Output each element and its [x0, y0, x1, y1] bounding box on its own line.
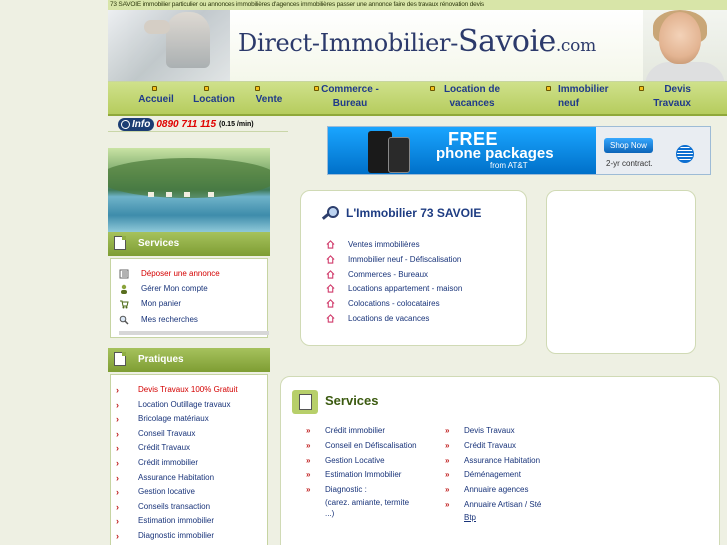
- nav-immobilier-neuf[interactable]: Immobilier neuf: [546, 82, 612, 116]
- chevron-right-icon: ›: [116, 414, 119, 425]
- header-photo-right: [643, 10, 727, 81]
- nav-devis-travaux[interactable]: Devis Travaux: [639, 82, 691, 116]
- double-chevron-icon: »: [306, 485, 311, 495]
- immobilier-title: L'Immobilier 73 SAVOIE: [346, 206, 482, 220]
- bullet-icon: [204, 86, 209, 91]
- house-icon: [326, 254, 335, 264]
- right-empty-box: [546, 190, 696, 354]
- chevron-right-icon: ›: [116, 399, 119, 410]
- double-chevron-icon: »: [306, 426, 311, 435]
- double-chevron-icon: »: [445, 500, 450, 509]
- divider: [108, 131, 288, 132]
- chevron-right-icon: ›: [116, 443, 119, 454]
- seo-ticker: 73 SAVOIE immobilier particulier ou anno…: [108, 0, 727, 10]
- double-chevron-icon: »: [445, 426, 450, 435]
- chevron-right-icon: ›: [116, 501, 119, 512]
- chevron-right-icon: ›: [116, 458, 119, 468]
- nav-commerce-bureau[interactable]: Commerce - Bureau: [314, 82, 382, 116]
- page: { "ticker": "73 SAVOIE immobilier partic…: [0, 0, 727, 545]
- magnifier-icon: [322, 206, 339, 220]
- nav-location[interactable]: Location: [192, 82, 236, 116]
- lake-photo: [108, 148, 270, 232]
- horizontal-scrollbar[interactable]: [119, 331, 269, 335]
- header-photo-left: [108, 10, 230, 81]
- list-icon: [119, 269, 129, 279]
- chevron-right-icon: ›: [116, 487, 119, 498]
- double-chevron-icon: »: [306, 440, 311, 450]
- double-chevron-icon: »: [445, 485, 450, 495]
- double-chevron-icon: »: [445, 455, 450, 465]
- site-logo[interactable]: Direct-Immobilier-Savoie.com: [238, 24, 596, 59]
- bullet-icon: [546, 86, 551, 91]
- cart-icon: [120, 300, 129, 309]
- double-chevron-icon: »: [445, 470, 450, 480]
- services-box-title: Services: [325, 393, 379, 408]
- house-icon: [326, 269, 335, 279]
- main-nav: Accueil Location Vente Commerce - Bureau…: [108, 82, 727, 116]
- nav-accueil[interactable]: Accueil: [136, 82, 176, 116]
- chevron-right-icon: ›: [116, 516, 119, 527]
- annuaire-btp-note[interactable]: Btp: [464, 512, 476, 523]
- chevron-right-icon: ›: [116, 428, 119, 439]
- document-icon: [114, 352, 126, 366]
- double-chevron-icon: »: [306, 455, 311, 465]
- chevron-right-icon: ›: [116, 472, 119, 483]
- house-icon: [326, 299, 335, 308]
- bullet-icon: [314, 86, 319, 91]
- user-icon: [121, 284, 127, 294]
- info-badge: Info: [118, 118, 155, 131]
- nav-location-vacances[interactable]: Location de vacances: [430, 82, 504, 116]
- ad-shop-button[interactable]: Shop Now: [604, 138, 653, 153]
- double-chevron-icon: »: [306, 470, 311, 480]
- chevron-right-icon: ›: [116, 531, 119, 541]
- bullet-icon: [152, 86, 157, 91]
- bullet-icon: [430, 86, 435, 91]
- info-rate: (0.15 /min): [219, 121, 254, 128]
- double-chevron-icon: »: [445, 440, 450, 450]
- house-icon: [326, 314, 335, 323]
- ad-banner[interactable]: FREE phone packages from AT&T Shop Now 2…: [327, 126, 711, 175]
- site-header: Direct-Immobilier-Savoie.com: [108, 10, 727, 82]
- services-panel-header: Services: [108, 232, 270, 256]
- att-globe-icon: [676, 145, 694, 163]
- services-panel: Déposer une annonce Gérer Mon compte Mon…: [110, 258, 269, 338]
- info-phone-bar[interactable]: Info 0890 711 115 (0.15 /min): [118, 118, 254, 131]
- left-background: [0, 0, 108, 545]
- bullet-icon: [255, 86, 260, 91]
- diagnostic-note: (carez. amiante, termite ...): [325, 498, 410, 518]
- house-icon: [326, 240, 335, 249]
- document-icon: [292, 390, 318, 414]
- search-icon: [119, 315, 129, 325]
- bullet-icon: [639, 86, 644, 91]
- house-icon: [326, 284, 335, 294]
- pratiques-panel-header: Pratiques: [108, 348, 270, 372]
- chevron-right-icon: ›: [116, 385, 119, 395]
- document-icon: [114, 236, 126, 250]
- info-phone-number: 0890 711 115: [156, 119, 217, 130]
- nav-vente[interactable]: Vente: [251, 82, 287, 116]
- phone-image: [388, 137, 410, 173]
